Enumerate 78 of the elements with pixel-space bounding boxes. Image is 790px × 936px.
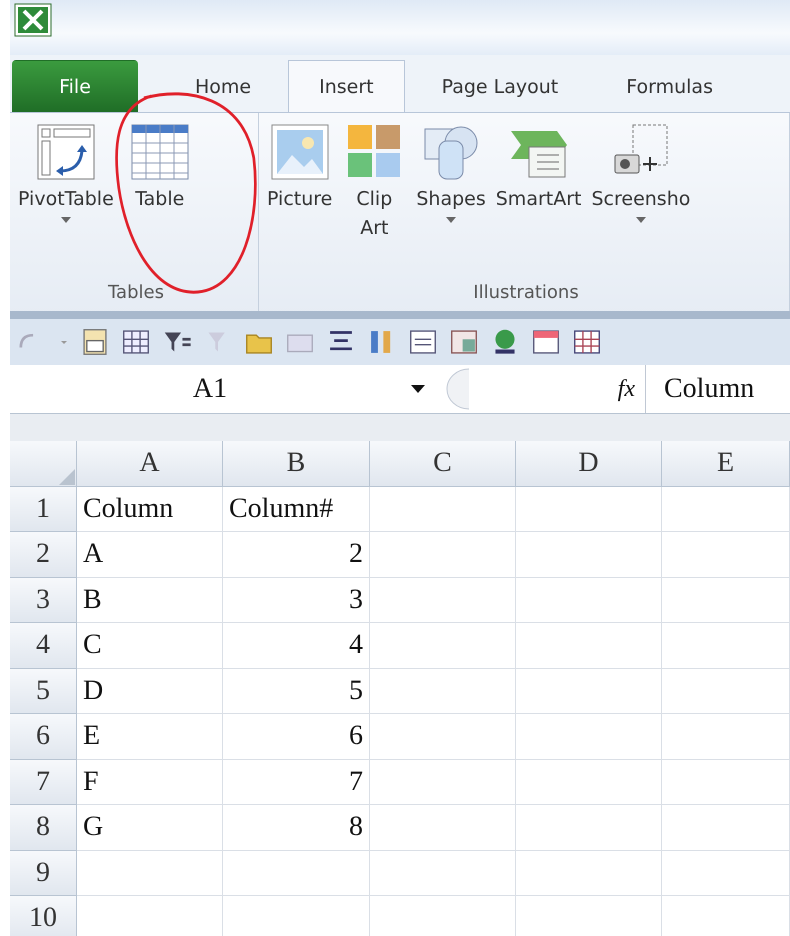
group-label: Tables — [108, 282, 164, 305]
table-cell: A — [77, 532, 223, 578]
empty-cell[interactable] — [516, 805, 662, 850]
empty-cell[interactable] — [223, 850, 370, 896]
empty-cell[interactable] — [662, 532, 790, 578]
row-header[interactable]: 7 — [10, 760, 77, 805]
table-cell: B — [77, 578, 223, 623]
empty-cell[interactable] — [516, 532, 662, 578]
ribbon-button[interactable]: Table — [124, 121, 196, 282]
empty-cell[interactable] — [370, 805, 516, 850]
table-cell: Column — [77, 486, 223, 532]
table-cell: E — [77, 714, 223, 760]
row-header[interactable]: 10 — [10, 896, 77, 936]
column-header[interactable]: D — [516, 441, 662, 486]
empty-cell[interactable] — [516, 850, 662, 896]
group-label: Illustrations — [473, 282, 579, 305]
column-header[interactable]: E — [662, 441, 790, 486]
table-cell: 3 — [223, 578, 370, 623]
ribbon-tab[interactable]: Insert — [288, 60, 405, 112]
empty-cell[interactable] — [662, 668, 790, 714]
row-header[interactable]: 9 — [10, 850, 77, 896]
empty-cell[interactable] — [516, 668, 662, 714]
empty-cell[interactable] — [370, 623, 516, 668]
table-cell: C — [77, 623, 223, 668]
ribbon-button[interactable]: Screensho — [587, 121, 694, 282]
table-cell: Column# — [223, 486, 370, 532]
table-cell: 2 — [223, 532, 370, 578]
empty-cell[interactable] — [662, 760, 790, 805]
ribbon-button[interactable]: Shapes — [412, 121, 490, 282]
table-cell: 4 — [223, 623, 370, 668]
table-cell: 5 — [223, 668, 370, 714]
dropdown-caret-icon — [410, 384, 426, 394]
excel-logo-icon — [14, 3, 52, 37]
empty-cell[interactable] — [662, 578, 790, 623]
empty-cell[interactable] — [662, 486, 790, 532]
row-header[interactable]: 4 — [10, 623, 77, 668]
ribbon-button[interactable]: SmartArt — [492, 121, 586, 282]
table-cell: 7 — [223, 760, 370, 805]
formula-content[interactable]: Column — [646, 373, 754, 405]
empty-cell[interactable] — [662, 623, 790, 668]
empty-cell[interactable] — [662, 805, 790, 850]
table-cell: 8 — [223, 805, 370, 850]
empty-cell[interactable] — [370, 578, 516, 623]
ribbon-button[interactable]: Picture — [263, 121, 336, 282]
row-header[interactable]: 6 — [10, 714, 77, 760]
empty-cell[interactable] — [370, 760, 516, 805]
ribbon-tab[interactable]: Page Layout — [410, 60, 590, 112]
ribbon-button[interactable]: PivotTable — [14, 121, 118, 282]
row-header[interactable]: 2 — [10, 532, 77, 578]
row-header[interactable]: 8 — [10, 805, 77, 850]
empty-cell[interactable] — [370, 714, 516, 760]
column-header[interactable]: A — [77, 441, 223, 486]
row-header[interactable]: 5 — [10, 668, 77, 714]
formula-expand-icon — [446, 368, 470, 410]
table-cell: D — [77, 668, 223, 714]
table-cell: 6 — [223, 714, 370, 760]
ribbon-button[interactable]: Clip Art — [338, 121, 410, 282]
empty-cell[interactable] — [370, 486, 516, 532]
ribbon-tab[interactable]: Home — [164, 60, 282, 112]
file-tab[interactable]: File — [12, 60, 138, 112]
empty-cell[interactable] — [662, 714, 790, 760]
column-header[interactable]: B — [223, 441, 370, 486]
empty-cell[interactable] — [370, 668, 516, 714]
empty-cell[interactable] — [662, 850, 790, 896]
empty-cell[interactable] — [370, 850, 516, 896]
table-cell: G — [77, 805, 223, 850]
empty-cell[interactable] — [370, 532, 516, 578]
empty-cell[interactable] — [516, 486, 662, 532]
table-cell: F — [77, 760, 223, 805]
empty-cell[interactable] — [516, 578, 662, 623]
empty-cell[interactable] — [516, 760, 662, 805]
row-header[interactable]: 1 — [10, 486, 77, 532]
row-header[interactable]: 3 — [10, 578, 77, 623]
empty-cell[interactable] — [516, 623, 662, 668]
column-header[interactable]: C — [370, 441, 516, 486]
insert-function-button[interactable]: fx — [618, 376, 635, 402]
ribbon-tab[interactable]: Formulas — [595, 60, 744, 112]
empty-cell[interactable] — [516, 714, 662, 760]
